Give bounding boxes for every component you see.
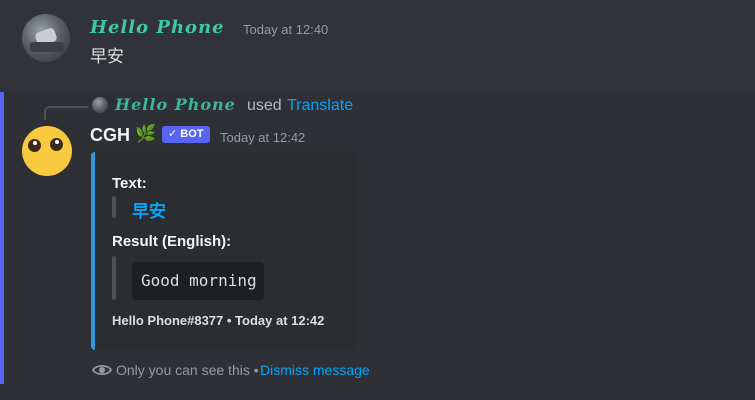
- reply-avatar[interactable]: [92, 97, 108, 113]
- quote-bar: [112, 256, 116, 300]
- timestamp[interactable]: Today at 12:42: [220, 130, 305, 145]
- leaf-emoji-icon: 🌿: [135, 124, 157, 143]
- reply-used-label: used: [247, 97, 282, 114]
- eye-icon: [92, 364, 112, 376]
- ephemeral-note: Only you can see this •: [116, 362, 259, 378]
- message-hello-phone: Hello Phone Today at 12:40 早安: [0, 0, 755, 88]
- avatar-image-detail: [30, 42, 64, 52]
- avatar-eye: [28, 139, 41, 152]
- translation-embed: Text: 早安 Result (English): Good morning …: [91, 152, 356, 350]
- result-code-block: Good morning: [132, 262, 264, 300]
- reply-spine: [44, 106, 88, 120]
- bot-author-name[interactable]: CGH: [90, 125, 130, 146]
- ephemeral-highlight-bar: [0, 92, 4, 384]
- timestamp[interactable]: Today at 12:40: [243, 22, 328, 37]
- author-name[interactable]: Hello Phone: [90, 17, 225, 38]
- avatar[interactable]: [22, 14, 70, 62]
- reply-author-name[interactable]: Hello Phone: [115, 95, 236, 114]
- quote-bar: [112, 196, 116, 218]
- embed-field-text-value: 早安: [132, 202, 166, 222]
- message-cgh-bot: Hello Phone used Translate CGH 🌿 ✓ BOT T…: [0, 90, 755, 400]
- embed-field-text-label: Text:: [112, 175, 147, 192]
- dismiss-message-link[interactable]: Dismiss message: [260, 362, 370, 378]
- embed-field-result-label: Result (English):: [112, 233, 232, 250]
- bot-avatar[interactable]: [22, 126, 72, 176]
- command-link[interactable]: Translate: [287, 97, 353, 115]
- message-content: 早安: [90, 47, 124, 67]
- bot-badge: ✓ BOT: [162, 126, 210, 143]
- embed-footer: Hello Phone#8377 • Today at 12:42: [112, 313, 325, 328]
- avatar-eye: [50, 138, 63, 151]
